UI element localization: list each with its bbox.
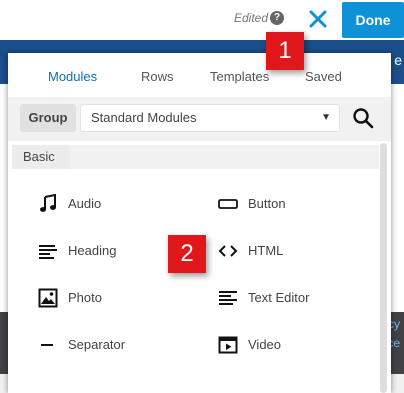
edited-status: Edited [234, 11, 269, 25]
button-icon [218, 199, 238, 209]
module-label: Photo [68, 290, 102, 305]
panel-scrollbar[interactable] [380, 143, 387, 393]
heading-icon [39, 245, 57, 259]
module-label: HTML [248, 243, 284, 258]
group-select[interactable]: Standard Modules ▼ [80, 104, 340, 132]
annotation-callout-2: 2 [168, 235, 206, 273]
content-panel: Modules Rows Templates Saved Group Stand… [8, 53, 391, 393]
tab-rows[interactable]: Rows [141, 69, 174, 84]
help-icon[interactable]: ? [270, 11, 284, 25]
chevron-down-icon: ▼ [321, 112, 331, 123]
photo-icon [38, 288, 58, 308]
group-filter-row: Group Standard Modules ▼ [8, 97, 391, 141]
module-label: Video [248, 337, 282, 352]
module-label: Separator [68, 337, 126, 352]
annotation-callout-1: 1 [266, 32, 304, 70]
tab-saved[interactable]: Saved [305, 69, 342, 84]
module-label: Audio [68, 196, 102, 211]
close-icon [309, 10, 327, 28]
group-select-value: Standard Modules [91, 110, 197, 125]
tab-modules[interactable]: Modules [48, 69, 97, 84]
tab-templates[interactable]: Templates [210, 69, 269, 84]
video-icon [218, 336, 238, 354]
done-button[interactable]: Done [342, 2, 404, 38]
music-note-icon [40, 194, 56, 212]
module-label: Text Editor [248, 290, 310, 305]
search-icon[interactable] [352, 107, 374, 129]
text-editor-icon [219, 291, 237, 305]
module-label: Button [248, 196, 286, 211]
close-panel-button[interactable] [306, 6, 330, 32]
code-icon [218, 245, 238, 257]
panel-tabs: Modules Rows Templates Saved [8, 53, 391, 97]
section-strip [70, 145, 379, 169]
partial-heading-text: e [394, 52, 402, 68]
group-label: Group [20, 104, 76, 132]
module-label: Heading [68, 243, 117, 258]
separator-icon [41, 344, 53, 346]
section-title-basic[interactable]: Basic [12, 145, 70, 169]
